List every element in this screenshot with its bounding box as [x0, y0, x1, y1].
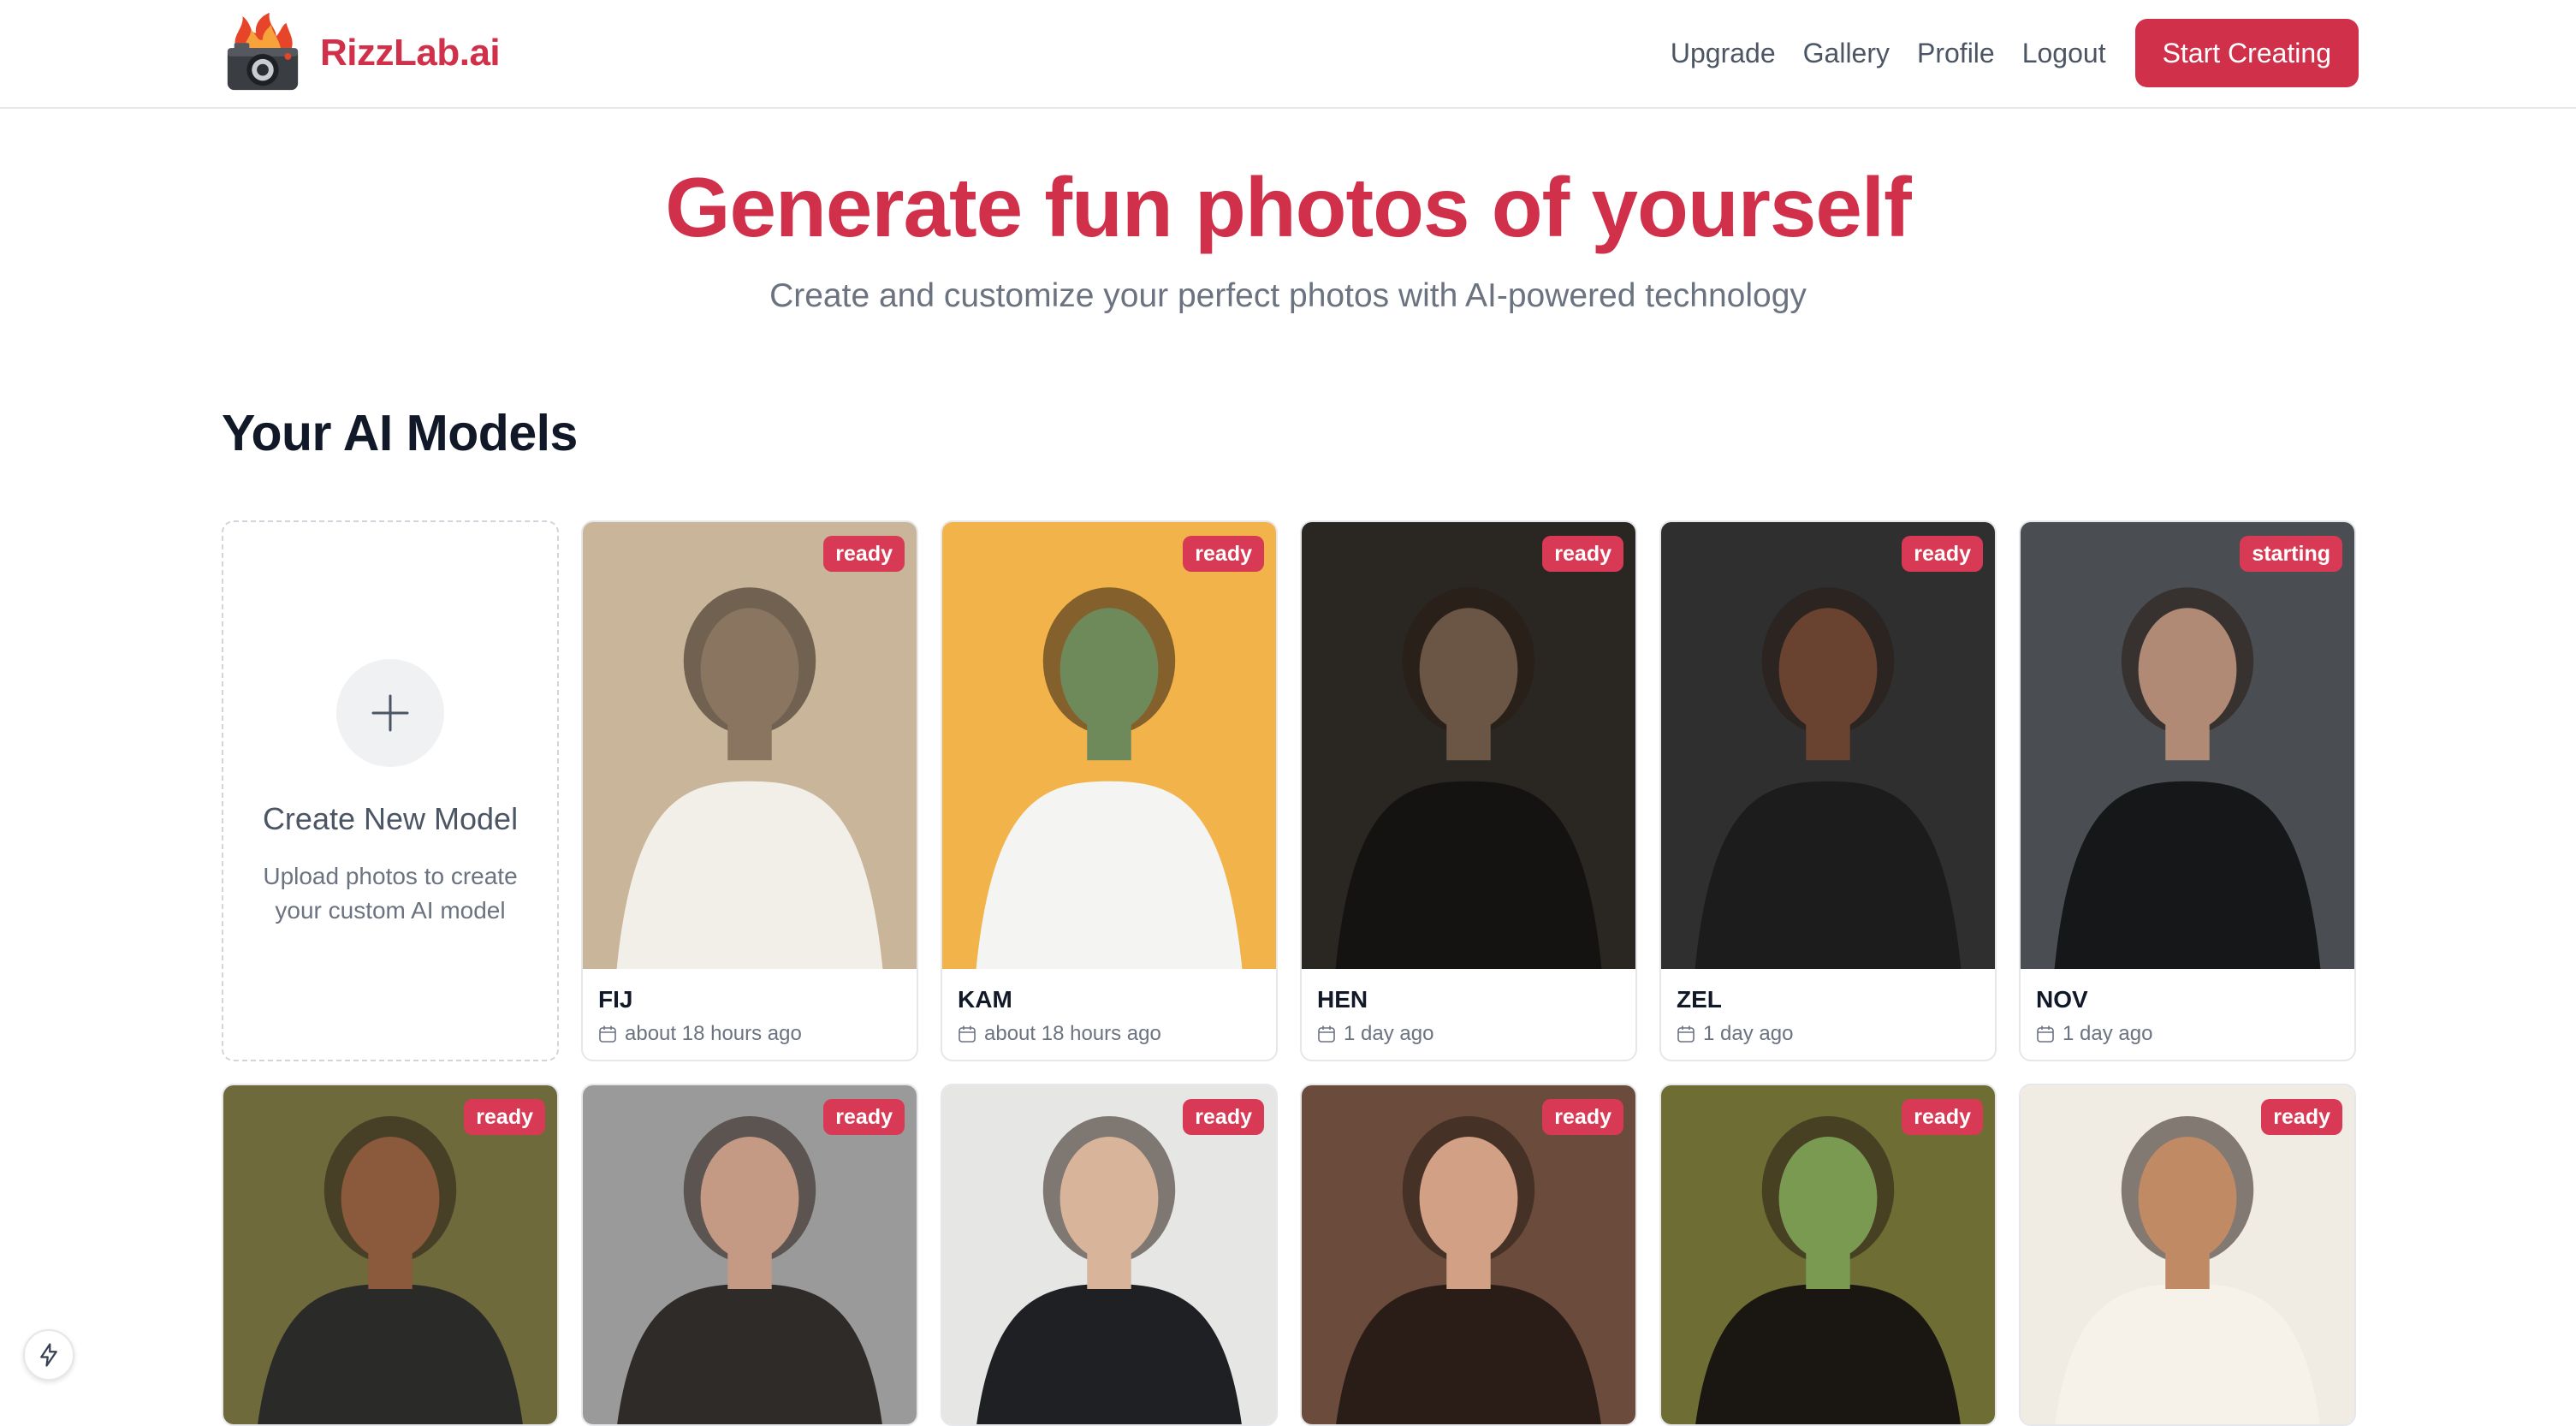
model-card[interactable]: ready ZEL 1 day ago	[1659, 520, 1997, 1061]
model-date-text: 1 day ago	[2063, 1022, 2153, 1045]
portrait-image	[223, 1085, 557, 1424]
model-date: about 18 hours ago	[598, 1022, 901, 1046]
nav-upgrade-link[interactable]: Upgrade	[1671, 38, 1776, 69]
portrait-image	[583, 1085, 917, 1424]
model-card[interactable]: ready	[222, 1084, 559, 1426]
lightning-bolt-icon	[40, 1343, 57, 1367]
status-badge: starting	[2240, 536, 2342, 572]
portrait-image	[1661, 1085, 1995, 1424]
calendar-icon	[599, 1025, 616, 1043]
portrait-image	[1661, 522, 1995, 969]
portrait-image	[2021, 1085, 2354, 1424]
calendar-icon	[959, 1025, 976, 1043]
model-name: ZEL	[1677, 986, 1722, 1013]
model-photo	[1661, 1085, 1995, 1424]
model-photo	[583, 1085, 917, 1424]
dev-tools-button[interactable]	[23, 1329, 74, 1381]
model-photo	[2021, 1085, 2354, 1424]
model-card[interactable]: ready	[941, 1084, 1278, 1426]
portrait-image	[1302, 522, 1635, 969]
models-grid: Create New Model Upload photos to create…	[222, 520, 2358, 1426]
nav-profile-link[interactable]: Profile	[1917, 38, 1995, 69]
status-badge: ready	[1902, 1099, 1983, 1135]
model-name: NOV	[2036, 986, 2088, 1013]
model-date-text: 1 day ago	[1703, 1022, 1794, 1045]
model-card[interactable]: ready HEN 1 day ago	[1300, 520, 1637, 1061]
nav-logout-link[interactable]: Logout	[2022, 38, 2106, 69]
model-name: HEN	[1317, 986, 1368, 1013]
status-badge: ready	[2261, 1099, 2342, 1135]
model-date: 1 day ago	[1677, 1022, 1979, 1046]
portrait-image	[2021, 522, 2354, 969]
model-card-info: KAM about 18 hours ago	[942, 969, 1276, 1060]
model-photo	[583, 522, 917, 969]
status-badge: ready	[1542, 1099, 1623, 1135]
create-new-model-card[interactable]: Create New Model Upload photos to create…	[222, 520, 559, 1061]
calendar-icon	[1318, 1025, 1335, 1043]
model-photo	[1302, 1085, 1635, 1424]
main-nav: Upgrade Gallery Profile Logout Start Cre…	[1671, 19, 2359, 87]
model-date: about 18 hours ago	[958, 1022, 1261, 1046]
flaming-camera-icon	[227, 12, 299, 91]
start-creating-button[interactable]: Start Creating	[2134, 19, 2359, 87]
status-badge: ready	[1902, 536, 1983, 572]
top-navbar: RizzLab.ai Upgrade Gallery Profile Logou…	[0, 0, 2576, 109]
model-photo	[2021, 522, 2354, 969]
nav-gallery-link[interactable]: Gallery	[1803, 38, 1890, 69]
model-date-text: about 18 hours ago	[625, 1022, 802, 1045]
model-photo	[223, 1085, 557, 1424]
model-card[interactable]: ready	[581, 1084, 918, 1426]
status-badge: ready	[823, 536, 905, 572]
status-badge: ready	[1183, 1099, 1264, 1135]
model-name: FIJ	[598, 986, 633, 1013]
portrait-image	[942, 522, 1276, 969]
model-card-info: NOV 1 day ago	[2021, 969, 2354, 1060]
model-card[interactable]: ready	[2019, 1084, 2356, 1426]
models-section-title: Your AI Models	[222, 405, 578, 461]
plus-circle	[336, 659, 444, 767]
hero-title: Generate fun photos of yourself	[665, 160, 1911, 254]
model-card-info: FIJ about 18 hours ago	[583, 969, 917, 1060]
model-card[interactable]: ready	[1659, 1084, 1997, 1426]
model-photo	[1661, 522, 1995, 969]
model-photo	[942, 522, 1276, 969]
model-date-text: about 18 hours ago	[984, 1022, 1161, 1045]
model-photo	[1302, 522, 1635, 969]
status-badge: ready	[1542, 536, 1623, 572]
model-card[interactable]: ready FIJ about 18 hours ago	[581, 520, 918, 1061]
model-name: KAM	[958, 986, 1012, 1013]
calendar-icon	[2037, 1025, 2054, 1043]
model-date-text: 1 day ago	[1344, 1022, 1434, 1045]
calendar-icon	[1677, 1025, 1695, 1043]
status-badge: ready	[1183, 536, 1264, 572]
plus-icon	[371, 694, 409, 732]
model-date: 1 day ago	[1317, 1022, 1620, 1046]
model-card[interactable]: ready	[1300, 1084, 1637, 1426]
create-model-title: Create New Model	[262, 801, 519, 836]
model-card-info: ZEL 1 day ago	[1661, 969, 1995, 1060]
model-card[interactable]: starting NOV 1 day ago	[2019, 520, 2356, 1061]
brand-name: RizzLab.ai	[320, 32, 501, 74]
portrait-image	[1302, 1085, 1635, 1424]
model-date: 1 day ago	[2036, 1022, 2339, 1046]
status-badge: ready	[464, 1099, 545, 1135]
create-model-description: Upload photos to create your custom AI m…	[263, 863, 518, 924]
portrait-image	[583, 522, 917, 969]
model-photo	[942, 1085, 1276, 1424]
portrait-image	[942, 1085, 1276, 1424]
hero-subtitle: Create and customize your perfect photos…	[769, 277, 1807, 314]
brand-logo[interactable]: RizzLab.ai	[221, 10, 501, 96]
model-card-info: HEN 1 day ago	[1302, 969, 1635, 1060]
status-badge: ready	[823, 1099, 905, 1135]
model-card[interactable]: ready KAM about 18 hours ago	[941, 520, 1278, 1061]
